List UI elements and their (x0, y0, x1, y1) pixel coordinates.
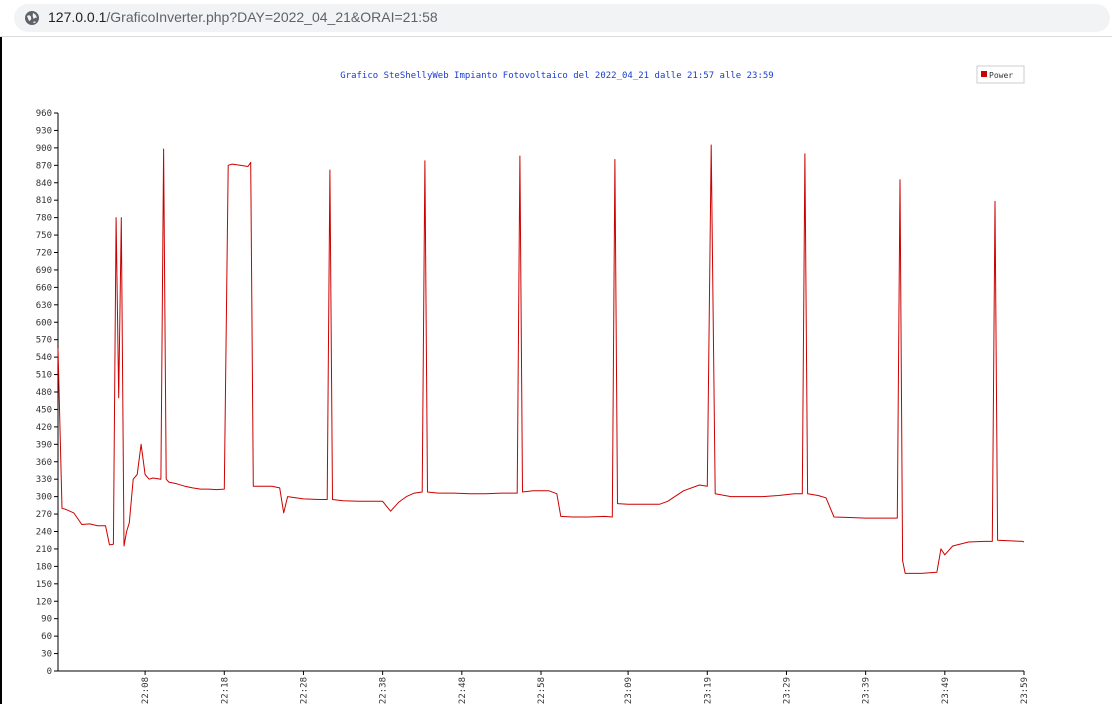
y-axis-ticks: 0 30 60 90 120 150 180 210 240 270 300 330 360 390 420… (36, 109, 58, 677)
x-tick-label: 23:59 (1020, 677, 1030, 704)
y-tick-label: 240 (36, 528, 52, 538)
legend-label: Power (989, 71, 1013, 80)
y-tick-label: 60 (41, 632, 52, 642)
y-tick-label: 660 (36, 283, 52, 293)
x-tick-label: 23:19 (703, 677, 713, 704)
y-tick-label: 30 (41, 650, 52, 660)
x-tick-label: 22:48 (458, 677, 468, 704)
chart-title: Grafico SteShellyWeb Impianto Fotovoltai… (340, 71, 773, 81)
y-tick-label: 570 (36, 336, 52, 346)
y-tick-label: 0 (47, 667, 52, 677)
y-tick-label: 180 (36, 562, 52, 572)
address-bar: 127.0.0.1/GraficoInverter.php?DAY=2022_0… (0, 0, 1112, 37)
y-tick-label: 600 (36, 318, 52, 328)
x-tick-label: 22:38 (379, 677, 389, 704)
x-tick-label: 23:49 (941, 677, 951, 704)
x-tick-label: 23:09 (624, 677, 634, 704)
x-tick-label: 23:39 (862, 677, 872, 704)
y-tick-label: 420 (36, 423, 52, 433)
x-tick-label: 22:08 (141, 677, 151, 704)
y-tick-label: 960 (36, 109, 52, 119)
y-tick-label: 270 (36, 510, 52, 520)
y-tick-label: 750 (36, 231, 52, 241)
y-tick-label: 870 (36, 161, 52, 171)
url-field[interactable]: 127.0.0.1/GraficoInverter.php?DAY=2022_0… (14, 4, 1110, 32)
series-group (57, 144, 1025, 574)
series-line-power (57, 144, 1025, 574)
url-host: 127.0.0.1 (48, 9, 107, 25)
y-tick-label: 390 (36, 440, 52, 450)
y-tick-label: 930 (36, 126, 52, 136)
url-text: 127.0.0.1/GraficoInverter.php?DAY=2022_0… (48, 9, 438, 25)
y-tick-label: 690 (36, 266, 52, 276)
y-tick-label: 450 (36, 405, 52, 415)
y-tick-label: 210 (36, 545, 52, 555)
globe-icon (25, 11, 39, 25)
y-tick-label: 840 (36, 179, 52, 189)
url-path: /GraficoInverter.php?DAY=2022_04_21&ORAI… (106, 9, 438, 25)
y-tick-label: 480 (36, 388, 52, 398)
y-tick-label: 510 (36, 371, 52, 381)
y-tick-label: 90 (41, 615, 52, 625)
y-tick-label: 900 (36, 144, 52, 154)
y-tick-label: 630 (36, 301, 52, 311)
x-tick-label: 23:29 (782, 677, 792, 704)
legend-swatch (981, 71, 987, 77)
y-tick-label: 150 (36, 580, 52, 590)
power-line-chart: Grafico SteShellyWeb Impianto Fotovoltai… (36, 65, 1030, 704)
x-axis-ticks: 22:08 22:18 22:28 22:38 22:48 22:58 23:09 23:19… (141, 671, 1030, 704)
y-tick-label: 720 (36, 249, 52, 259)
x-tick-label: 22:58 (537, 677, 547, 704)
y-tick-label: 780 (36, 214, 52, 224)
y-tick-label: 360 (36, 458, 52, 468)
y-tick-label: 120 (36, 597, 52, 607)
axes (57, 113, 1024, 672)
legend: Power (976, 65, 1025, 84)
y-tick-label: 540 (36, 353, 52, 363)
y-tick-label: 330 (36, 475, 52, 485)
y-tick-label: 810 (36, 196, 52, 206)
y-tick-label: 300 (36, 493, 52, 503)
x-tick-label: 22:28 (299, 677, 309, 704)
x-tick-label: 22:18 (220, 677, 230, 704)
